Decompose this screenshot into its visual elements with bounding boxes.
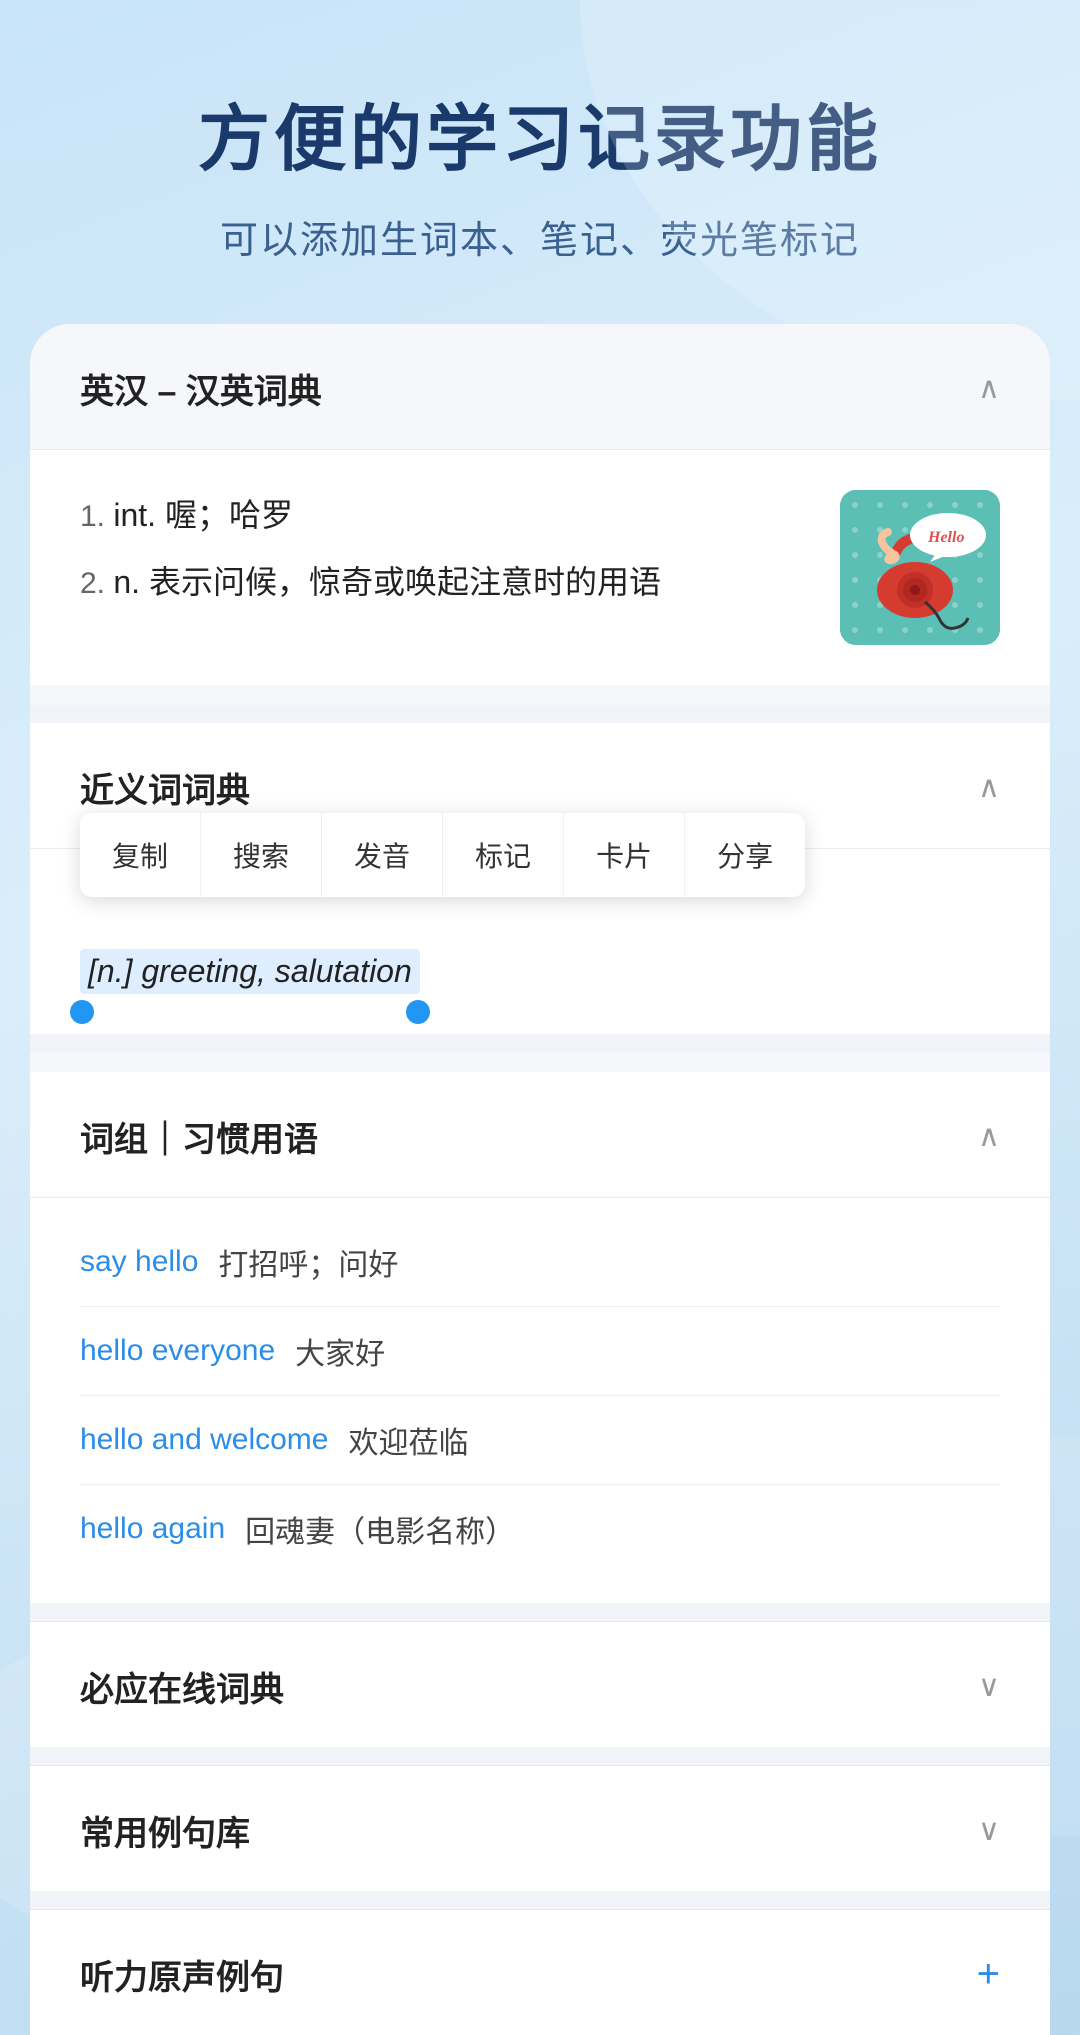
en-zh-chevron-up-icon: ∧ — [978, 371, 1000, 406]
hello-illustration-container: Hello — [840, 490, 1000, 645]
phrase-chinese-2: 大家好 — [295, 1329, 385, 1373]
page-subtitle: 可以添加生词本、笔记、荧光笔标记 — [60, 209, 1020, 264]
synonyms-dict-title: 近义词词典 — [80, 763, 250, 812]
en-zh-dict-header[interactable]: 英汉 – 汉英词典 ∧ — [30, 324, 1050, 450]
divider-5 — [30, 1891, 1050, 1909]
phrase-chinese-3: 欢迎莅临 — [348, 1418, 468, 1462]
definition-card: 1. int. 喔；哈罗 2. n. 表示问候，惊奇或唤起注意时的用语 — [30, 450, 1050, 685]
synonym-highlighted-text: [n.] greeting, salutation — [80, 949, 420, 994]
context-menu: 复制 搜索 发音 标记 卡片 分享 — [80, 813, 805, 897]
def-content-1: 喔；哈罗 — [165, 497, 293, 533]
def-content-2: 表示问候，惊奇或唤起注意时的用语 — [149, 564, 661, 600]
synonyms-section: 近义词词典 ∧ 复制 搜索 发音 标记 卡片 分享 [n.] greeting,… — [30, 723, 1050, 1034]
online-dict-section: 必应在线词典 ∨ — [30, 1621, 1050, 1747]
header-section: 方便的学习记录功能 可以添加生词本、笔记、荧光笔标记 — [0, 0, 1080, 324]
phrases-chevron-up-icon: ∧ — [978, 1119, 1000, 1154]
divider-4 — [30, 1747, 1050, 1765]
phrases-section: 词组｜习惯用语 ∧ say hello 打招呼；问好 hello everyon… — [30, 1072, 1050, 1603]
synonym-text-content: [n.] greeting, salutation — [88, 953, 412, 989]
phrase-chinese-1: 打招呼；问好 — [218, 1240, 398, 1284]
definition-line-1: 1. int. 喔；哈罗 — [80, 490, 820, 541]
phrase-item-1[interactable]: say hello 打招呼；问好 — [80, 1218, 1000, 1307]
phrase-item-4[interactable]: hello again 回魂妻（电影名称） — [80, 1485, 1000, 1573]
phrases-header[interactable]: 词组｜习惯用语 ∧ — [30, 1072, 1050, 1198]
phrases-title: 词组｜习惯用语 — [80, 1112, 318, 1161]
definition-line-2: 2. n. 表示问候，惊奇或唤起注意时的用语 — [80, 557, 820, 608]
en-zh-dict-title: 英汉 – 汉英词典 — [80, 364, 322, 413]
audio-examples-plus-icon[interactable]: + — [977, 1952, 1000, 1997]
phrase-chinese-4: 回魂妻（电影名称） — [245, 1507, 515, 1551]
example-sentences-chevron-down-icon: ∨ — [978, 1813, 1000, 1848]
definition-text: 1. int. 喔；哈罗 2. n. 表示问候，惊奇或唤起注意时的用语 — [80, 490, 820, 624]
phrase-english-2: hello everyone — [80, 1334, 275, 1368]
synonyms-chevron-up-icon: ∧ — [978, 770, 1000, 805]
def-number-2: 2. — [80, 567, 113, 600]
def-type-2: n. — [113, 564, 149, 600]
hello-telephone-image: Hello — [840, 490, 1000, 645]
context-menu-copy[interactable]: 复制 — [80, 813, 201, 897]
svg-text:Hello: Hello — [927, 529, 964, 546]
context-menu-search[interactable]: 搜索 — [201, 813, 322, 897]
context-menu-mark[interactable]: 标记 — [443, 813, 564, 897]
phrase-english-3: hello and welcome — [80, 1423, 328, 1457]
phrase-english-4: hello again — [80, 1512, 225, 1546]
phrase-item-2[interactable]: hello everyone 大家好 — [80, 1307, 1000, 1396]
phrase-english-1: say hello — [80, 1245, 198, 1279]
online-dict-header[interactable]: 必应在线词典 ∨ — [30, 1622, 1050, 1747]
def-type-1: int. — [113, 497, 165, 533]
selection-handle-left — [70, 1000, 94, 1024]
example-sentences-title: 常用例句库 — [80, 1806, 250, 1855]
divider-3 — [30, 1603, 1050, 1621]
phrase-list: say hello 打招呼；问好 hello everyone 大家好 hell… — [30, 1198, 1050, 1603]
context-menu-card[interactable]: 卡片 — [564, 813, 685, 897]
context-menu-share[interactable]: 分享 — [685, 813, 805, 897]
selection-handle-right — [406, 1000, 430, 1024]
card-container: 英汉 – 汉英词典 ∧ 1. int. 喔；哈罗 2. n. 表示问候，惊奇或唤… — [30, 324, 1050, 2035]
audio-examples-title: 听力原声例句 — [80, 1950, 284, 1999]
page-title: 方便的学习记录功能 — [60, 80, 1020, 185]
example-sentences-section: 常用例句库 ∨ — [30, 1765, 1050, 1891]
audio-examples-section: 听力原声例句 + — [30, 1909, 1050, 2035]
divider-2 — [30, 1034, 1050, 1052]
context-menu-pronounce[interactable]: 发音 — [322, 813, 443, 897]
online-dict-title: 必应在线词典 — [80, 1662, 284, 1711]
def-number-1: 1. — [80, 500, 113, 533]
phrase-item-3[interactable]: hello and welcome 欢迎莅临 — [80, 1396, 1000, 1485]
online-dict-chevron-down-icon: ∨ — [978, 1669, 1000, 1704]
divider-1 — [30, 705, 1050, 723]
audio-examples-header[interactable]: 听力原声例句 + — [30, 1910, 1050, 2035]
example-sentences-header[interactable]: 常用例句库 ∨ — [30, 1766, 1050, 1891]
